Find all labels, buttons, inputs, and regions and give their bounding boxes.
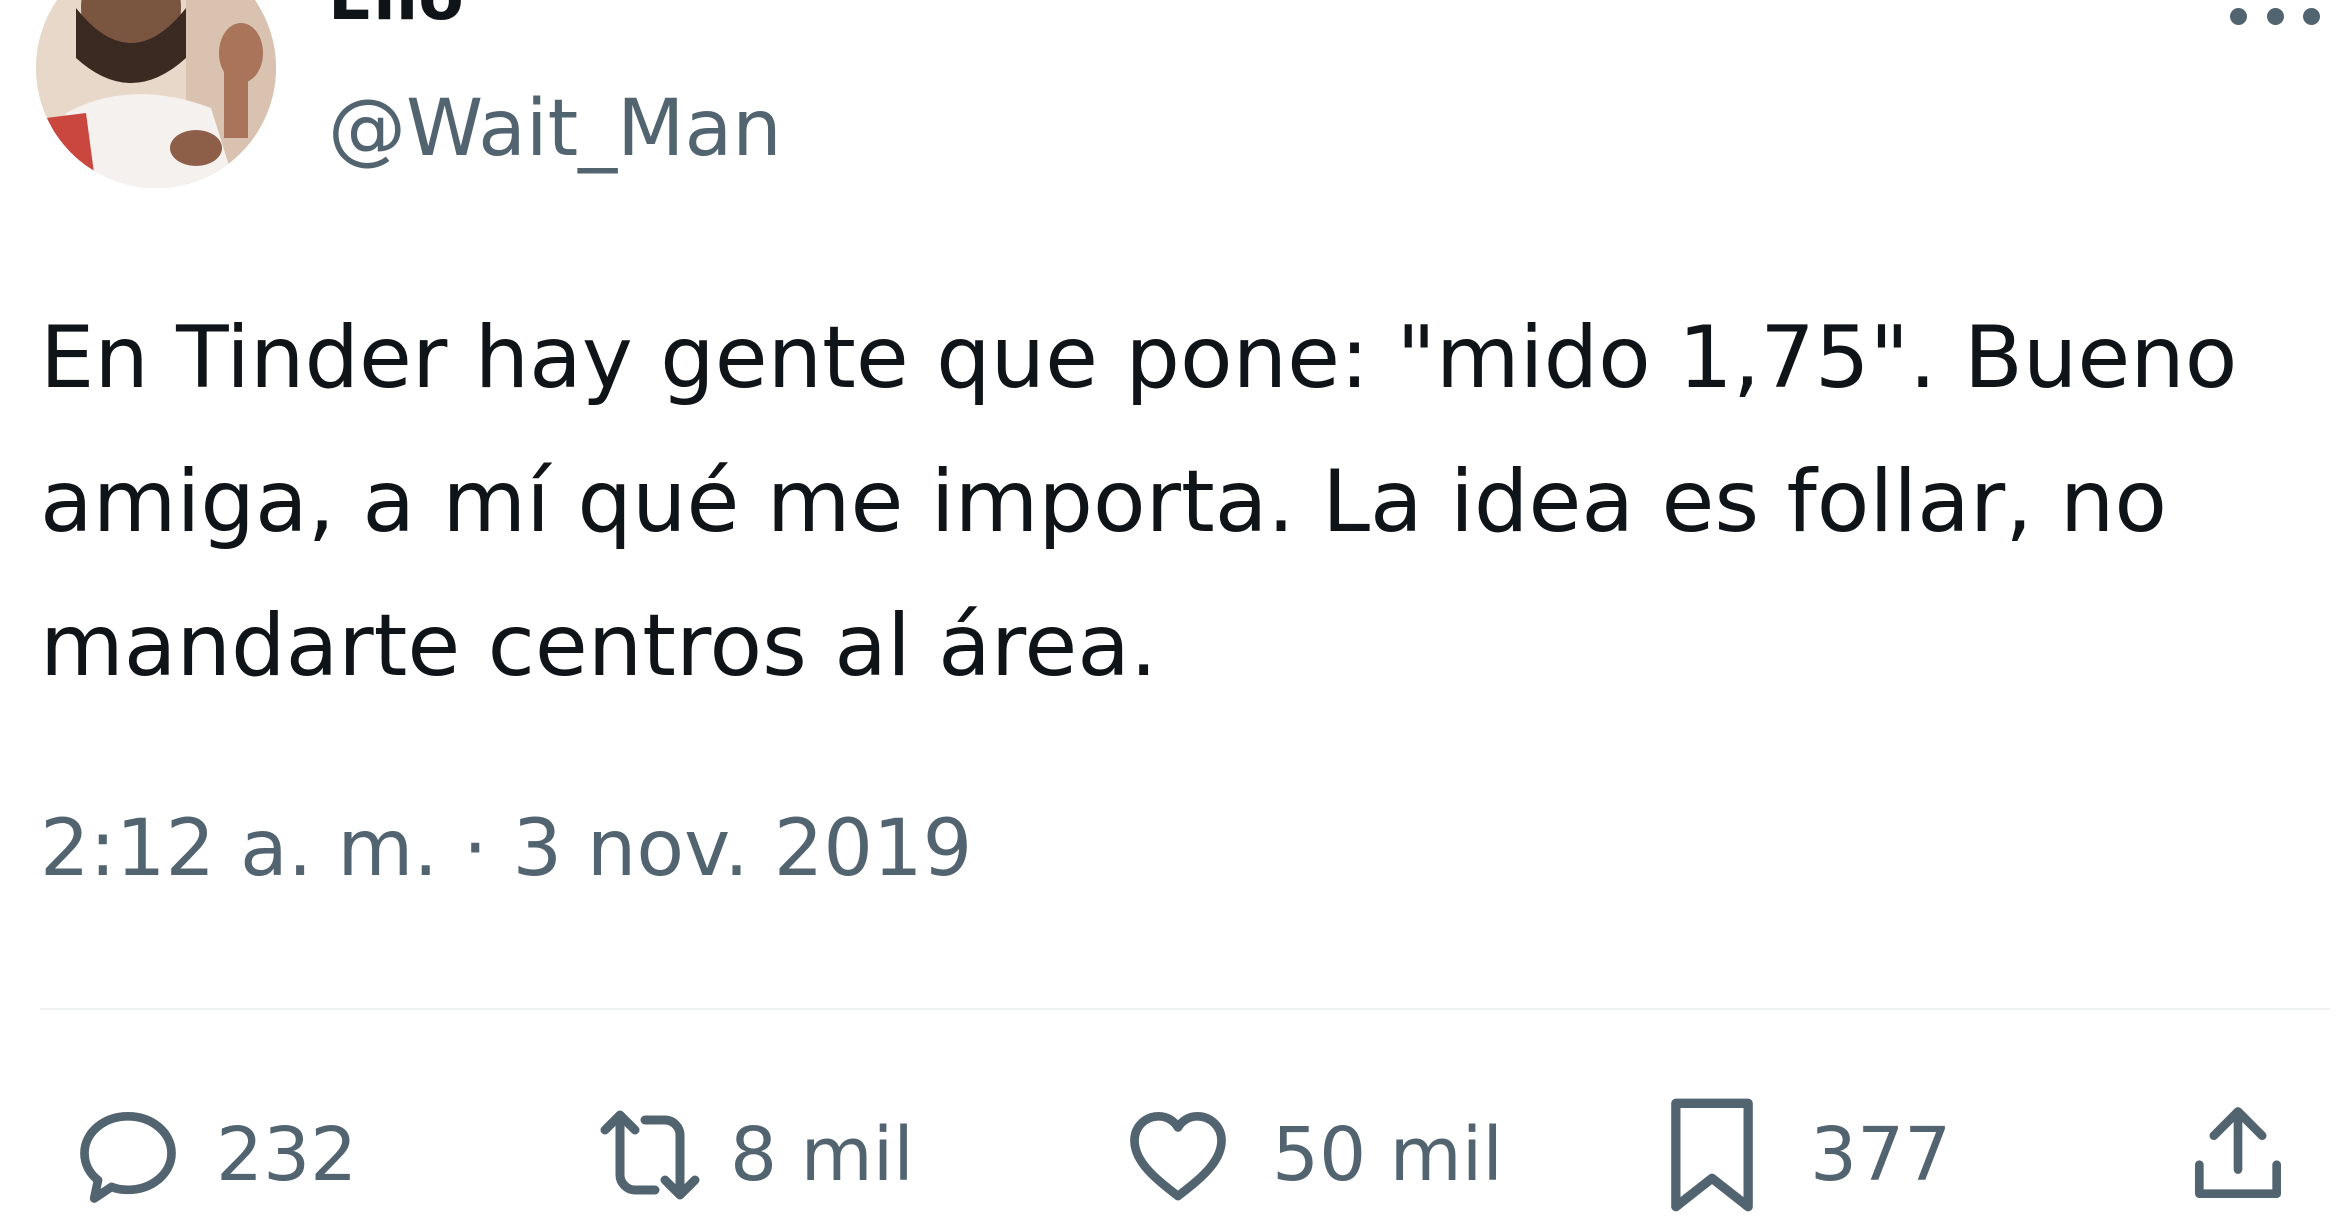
retweet-count: 8 mil bbox=[730, 1112, 914, 1198]
user-handle[interactable]: @Wait_Man bbox=[328, 90, 782, 168]
action-bar: 232 8 mil 50 mil 377 bbox=[0, 1090, 2350, 1230]
reply-button[interactable]: 232 bbox=[70, 1090, 357, 1220]
tweet-timestamp[interactable]: 2:12 a. m. · 3 nov. 2019 bbox=[40, 810, 972, 888]
reply-icon bbox=[70, 1097, 186, 1213]
more-options-button[interactable] bbox=[2220, 0, 2330, 36]
retweet-button[interactable]: 8 mil bbox=[590, 1090, 914, 1220]
reply-count: 232 bbox=[216, 1112, 358, 1198]
like-count: 50 mil bbox=[1272, 1112, 1503, 1198]
tweet-text: En Tinder hay gente que pone: "mido 1,75… bbox=[40, 308, 2238, 696]
more-dot-icon bbox=[2266, 7, 2284, 25]
bookmark-button[interactable]: 377 bbox=[1660, 1090, 1951, 1220]
retweet-icon bbox=[590, 1095, 710, 1215]
bookmark-icon bbox=[1660, 1093, 1764, 1217]
divider bbox=[40, 1008, 2330, 1010]
more-dot-icon bbox=[2303, 7, 2320, 25]
more-dot-icon bbox=[2230, 7, 2247, 25]
display-name[interactable]: Ello bbox=[328, 0, 464, 30]
share-icon bbox=[2180, 1097, 2296, 1213]
bookmark-count: 377 bbox=[1810, 1112, 1952, 1198]
like-button[interactable]: 50 mil bbox=[1120, 1090, 1503, 1220]
share-button[interactable] bbox=[2180, 1090, 2296, 1220]
like-icon bbox=[1120, 1097, 1236, 1213]
avatar[interactable] bbox=[36, 0, 276, 188]
